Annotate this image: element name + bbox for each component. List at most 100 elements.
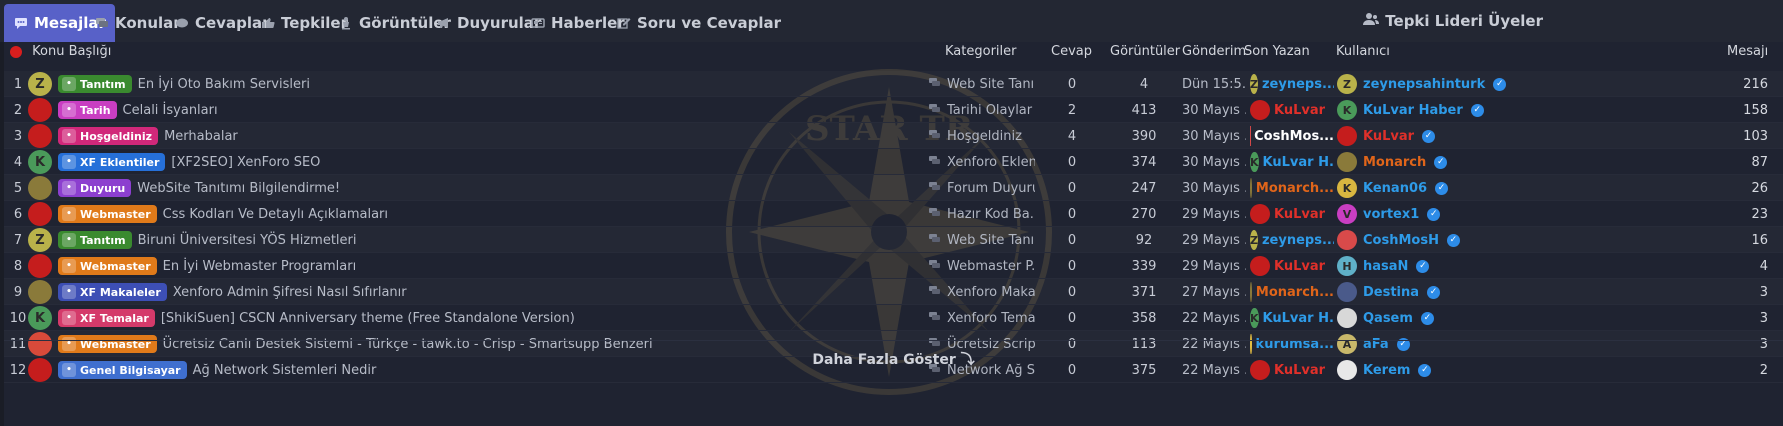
topic-cell: Z • Tanıtım Biruni Üniversitesi YÖS Hizm… <box>28 227 928 253</box>
tab-bar: Mesajlar Konular Cevaplar Tepkiler Görün… <box>0 0 1783 42</box>
last-poster[interactable]: CoshMos... <box>1250 123 1334 149</box>
avatar[interactable]: K <box>28 150 52 174</box>
avatar[interactable] <box>28 202 52 226</box>
category-cell[interactable]: Tarihi Olaylar <box>929 97 1035 123</box>
avatar[interactable] <box>28 254 52 278</box>
avatar[interactable] <box>28 124 52 148</box>
table-row[interactable]: 3 • Hoşgeldiniz Merhabalar Hoşgeldiniz 4… <box>4 123 1783 149</box>
last-poster[interactable]: K KuLvar H... <box>1250 149 1334 175</box>
avatar: K <box>1250 152 1259 172</box>
table-row[interactable]: 1 Z • Tanıtım En İyi Oto Bakım Servisler… <box>4 71 1783 97</box>
tab-tepki-lideri[interactable]: Tepki Lideri Üyeler <box>1363 12 1543 30</box>
tab-konular[interactable]: Konular <box>94 4 181 42</box>
table-row[interactable]: 7 Z • Tanıtım Biruni Üniversitesi YÖS Hi… <box>4 227 1783 253</box>
avatar[interactable] <box>28 98 52 122</box>
last-poster[interactable]: KuLvar <box>1250 201 1334 227</box>
category-cell[interactable]: Xenforo Tema... <box>929 305 1035 331</box>
leader-user[interactable]: Z zeynepsahinturk ✓ <box>1337 71 1567 97</box>
message-count: 158 <box>1743 102 1768 118</box>
prefix-badge[interactable]: • Webmaster <box>58 257 157 275</box>
row-number: 4 <box>13 154 23 170</box>
thread-title-link[interactable]: Xenforo Admin Şifresi Nasıl Sıfırlanır <box>173 285 407 300</box>
table-row[interactable]: 8 • Webmaster En İyi Webmaster Programla… <box>4 253 1783 279</box>
thread-title-link[interactable]: Celali İsyanları <box>123 103 218 118</box>
prefix-icon: • <box>62 103 76 117</box>
username: KuLvar Haber <box>1363 102 1463 118</box>
message-count: 3 <box>1759 310 1768 326</box>
tab-tepkiler[interactable]: Tepkiler <box>260 4 348 42</box>
last-poster[interactable]: KuLvar <box>1250 253 1334 279</box>
table-row[interactable]: 9 • XF Makaleler Xenforo Admin Şifresi N… <box>4 279 1783 305</box>
last-poster[interactable]: Z zeyneps... <box>1250 227 1334 253</box>
category-cell[interactable]: Xenforo Maka... <box>929 279 1035 305</box>
comments-icon <box>929 259 941 273</box>
thread-title-link[interactable]: En İyi Oto Bakım Servisleri <box>138 77 310 92</box>
topic-cell: • Tarih Celali İsyanları <box>28 97 928 123</box>
last-poster[interactable]: Monarch... <box>1250 279 1334 305</box>
table-row[interactable]: 6 • Webmaster Css Kodları Ve Detaylı Açı… <box>4 201 1783 227</box>
table-row[interactable]: 5 • Duyuru WebSite Tanıtımı Bilgilendirm… <box>4 175 1783 201</box>
leader-user[interactable]: V vortex1 ✓ <box>1337 201 1567 227</box>
prefix-badge[interactable]: • Webmaster <box>58 205 157 223</box>
thread-title-link[interactable]: [XF2SEO] XenForo SEO <box>171 155 320 170</box>
last-poster[interactable]: Monarch... <box>1250 175 1334 201</box>
leader-user[interactable]: Monarch ✓ <box>1337 149 1567 175</box>
tab-cevaplar[interactable]: Cevaplar <box>174 4 269 42</box>
tab-haberler[interactable]: Haberler <box>530 4 625 42</box>
avatar[interactable]: K <box>28 306 52 330</box>
prefix-badge[interactable]: • Hoşgeldiniz <box>58 127 159 145</box>
last-poster[interactable]: Z zeyneps... <box>1250 71 1334 97</box>
avatar: Z <box>1337 74 1357 94</box>
category-cell[interactable]: Forum Duyuru... <box>929 175 1035 201</box>
category-cell[interactable]: Xenforo Eklen... <box>929 149 1035 175</box>
category-cell[interactable]: Web Site Tanı... <box>929 227 1035 253</box>
table-row[interactable]: 4 K • XF Eklentiler [XF2SEO] XenForo SEO… <box>4 149 1783 175</box>
thread-title-link[interactable]: [ShikiSuen] CSCN Anniversary theme (Free… <box>161 311 575 326</box>
prefix-badge[interactable]: • XF Makaleler <box>58 283 167 301</box>
thread-title-link[interactable]: En İyi Webmaster Programları <box>163 259 357 274</box>
category-cell[interactable]: Web Site Tanı... <box>929 71 1035 97</box>
leader-user[interactable]: Destina ✓ <box>1337 279 1567 305</box>
tab-label: Haberler <box>551 14 625 32</box>
leader-user[interactable]: CoshMosH ✓ <box>1337 227 1567 253</box>
avatar[interactable] <box>28 280 52 304</box>
leader-user[interactable]: H hasaN ✓ <box>1337 253 1567 279</box>
last-poster-name: KuLvar H... <box>1262 310 1334 326</box>
leader-user[interactable]: KuLvar ✓ <box>1337 123 1567 149</box>
prefix-badge[interactable]: • XF Temalar <box>58 309 155 327</box>
table-row[interactable]: 10 K • XF Temalar [ShikiSuen] CSCN Anniv… <box>4 305 1783 331</box>
last-poster[interactable]: KuLvar <box>1250 97 1334 123</box>
comments-icon <box>929 285 941 299</box>
tab-goruntuler[interactable]: Görüntüler <box>338 4 451 42</box>
view-count: 413 <box>1131 102 1157 118</box>
last-poster[interactable]: K KuLvar H... <box>1250 305 1334 331</box>
category-cell[interactable]: Hoşgeldiniz <box>929 123 1035 149</box>
thread-title-link[interactable]: WebSite Tanıtımı Bilgilendirme! <box>137 181 340 196</box>
avatar[interactable]: Z <box>28 228 52 252</box>
leader-user[interactable]: Qasem ✓ <box>1337 305 1567 331</box>
thread-title-link[interactable]: Merhabalar <box>164 129 238 144</box>
message-count: 87 <box>1751 154 1768 170</box>
tab-duyurular[interactable]: Duyurular <box>436 4 541 42</box>
prefix-badge[interactable]: • XF Eklentiler <box>58 153 166 171</box>
prefix-badge[interactable]: • Tanıtım <box>58 75 132 93</box>
avatar: Z <box>1250 74 1258 94</box>
prefix-badge[interactable]: • Duyuru <box>58 179 132 197</box>
show-more-button[interactable]: Daha Fazla Göster ⤵ <box>4 344 1783 374</box>
comments-icon <box>94 16 109 31</box>
avatar[interactable] <box>28 176 52 200</box>
category-cell[interactable]: Webmaster P... <box>929 253 1035 279</box>
prefix-badge[interactable]: • Tarih <box>58 101 117 119</box>
leader-user[interactable]: K Kenan06 ✓ <box>1337 175 1567 201</box>
leader-user[interactable]: K KuLvar Haber ✓ <box>1337 97 1567 123</box>
avatar[interactable]: Z <box>28 72 52 96</box>
last-poster-name: Monarch... <box>1255 180 1334 196</box>
tab-soru-cevaplar[interactable]: Soru ve Cevaplar <box>616 4 781 42</box>
table-row[interactable]: 2 • Tarih Celali İsyanları Tarihi Olayla… <box>4 97 1783 123</box>
thread-title-link[interactable]: Biruni Üniversitesi YÖS Hizmetleri <box>138 233 357 248</box>
comments-icon <box>929 311 941 325</box>
prefix-badge[interactable]: • Tanıtım <box>58 231 132 249</box>
category-cell[interactable]: Hazır Kod Ba... <box>929 201 1035 227</box>
comments-icon <box>929 77 941 91</box>
thread-title-link[interactable]: Css Kodları Ve Detaylı Açıklamaları <box>163 207 388 222</box>
